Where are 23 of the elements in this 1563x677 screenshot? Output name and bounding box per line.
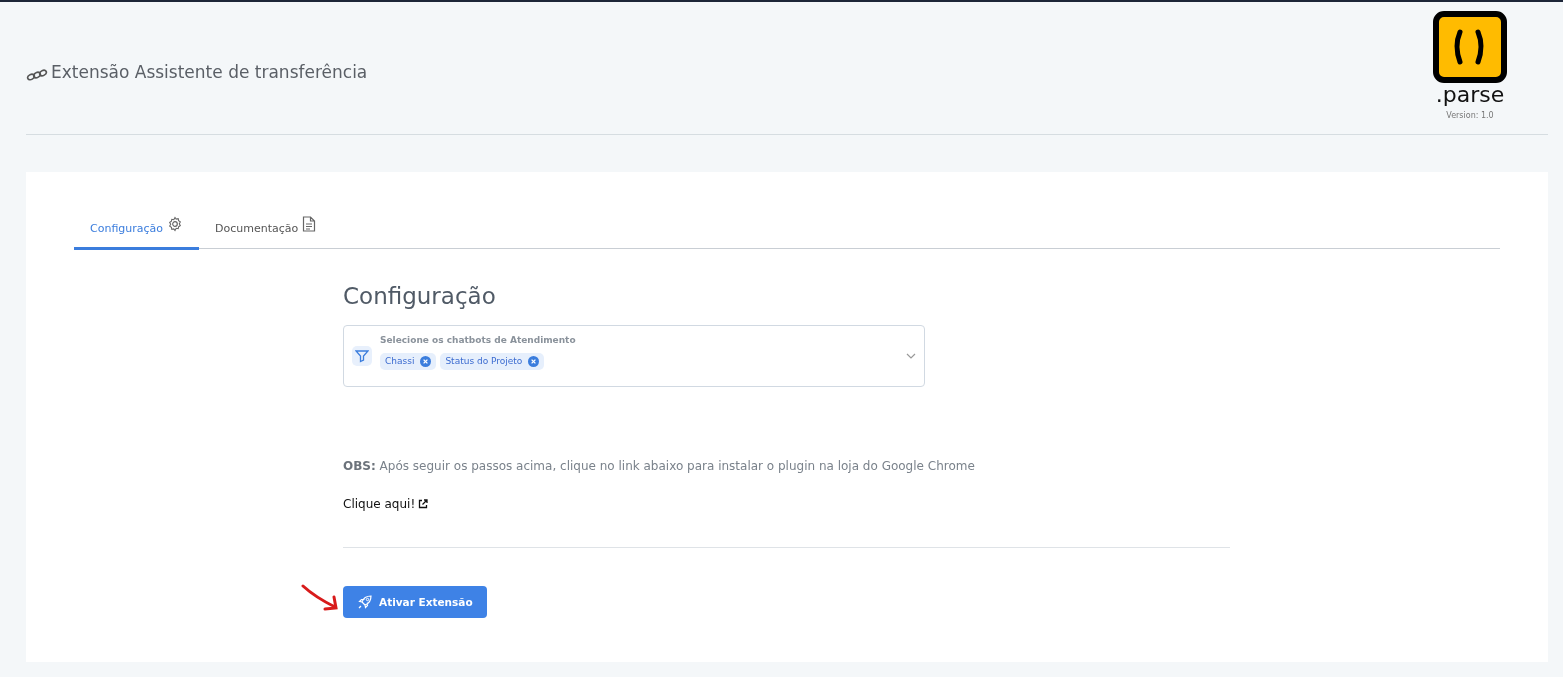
logo-text: .parse <box>1435 84 1505 106</box>
page-title: Extensão Assistente de transferência <box>51 62 368 82</box>
link-chain-icon <box>26 68 48 82</box>
install-link[interactable]: Clique aqui! <box>343 497 416 511</box>
chevron-down-icon <box>906 353 916 359</box>
external-link-icon <box>418 499 429 509</box>
activate-extension-button[interactable]: Ativar Extensão <box>343 586 487 618</box>
version-label: Version: 1.0 <box>1446 111 1494 120</box>
remove-icon[interactable] <box>420 355 432 367</box>
rocket-icon <box>357 594 373 610</box>
select-label: Selecione os chatbots de Atendimento <box>380 334 577 345</box>
section-heading: Configuração <box>343 283 497 309</box>
tab[interactable]: Documentação <box>199 208 333 250</box>
tag-label: Chassi <box>385 356 415 366</box>
note-text: OBS: Após seguir os passos acima, clique no link abaixo para instalar o plugin na loja do Google Chrome <box>343 459 976 473</box>
remove-icon[interactable] <box>528 355 540 367</box>
logo-icon <box>1432 10 1508 86</box>
settings-icon <box>167 216 184 232</box>
chatbot-select[interactable]: Selecione os chatbots de Atendimento Chassi Status do Projeto <box>343 325 925 387</box>
tag-label: Status do Projeto <box>445 356 523 366</box>
filter-icon <box>352 346 372 366</box>
tab[interactable]: Configuração <box>74 208 200 250</box>
document-icon <box>302 216 317 232</box>
